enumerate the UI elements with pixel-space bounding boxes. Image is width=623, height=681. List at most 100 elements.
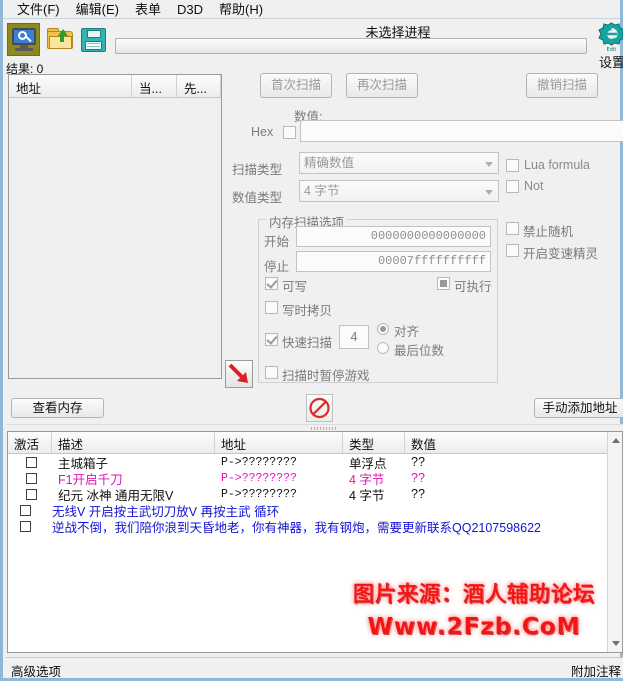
first-scan-button[interactable]: 首次扫描 <box>260 73 332 98</box>
start-address-input[interactable]: 0000000000000000 <box>296 226 491 247</box>
table-row[interactable]: 逆战不倒，我们陪你浪到天昏地老，你有神器，我有钢炮，需要更新联系QQ210759… <box>8 518 622 535</box>
open-file-icon <box>47 28 74 51</box>
row-value: ?? <box>411 487 425 501</box>
fast-scan-value-input[interactable]: 4 <box>339 325 369 349</box>
fast-scan-label: 快速扫描 <box>282 336 333 350</box>
status-bar: 高级选项 附加注释 <box>6 657 623 680</box>
copy-on-write-checkbox[interactable] <box>265 301 278 314</box>
red-arrow-button[interactable] <box>225 360 253 388</box>
open-file-button[interactable] <box>44 23 77 56</box>
save-file-button[interactable] <box>77 23 110 56</box>
menu-help[interactable]: 帮助(H) <box>211 1 271 18</box>
cheat-col-active[interactable]: 激活 <box>8 432 52 453</box>
row-active-checkbox[interactable] <box>26 472 37 484</box>
result-list-header: 地址 当... 先... <box>9 75 221 98</box>
cheat-col-address[interactable]: 地址 <box>215 432 343 453</box>
fast-scan-checkbox[interactable] <box>265 333 278 346</box>
cheat-table[interactable]: 激活 描述 地址 类型 数值 主城箱子 P->???????? 单浮点?? F1开启千… <box>7 431 623 653</box>
row-address: P->???????? <box>221 487 297 501</box>
row-address: P->???????? <box>221 455 297 469</box>
last-digits-label: 最后位数 <box>394 344 445 358</box>
writable-checkbox[interactable] <box>265 277 278 290</box>
alignment-label: 对齐 <box>394 325 420 339</box>
stop-address-input[interactable]: 00007ffffffffff <box>296 251 491 272</box>
scan-value-input[interactable] <box>300 120 623 142</box>
start-address-label: 开始 <box>264 235 290 249</box>
chevron-down-icon <box>485 190 493 195</box>
writable-label: 可写 <box>282 280 308 294</box>
pause-game-label: 扫描时暂停游戏 <box>282 369 370 383</box>
row-active-cell <box>8 488 52 500</box>
result-col-current[interactable]: 当... <box>132 75 177 97</box>
no-entry-icon <box>309 397 330 419</box>
result-col-previous[interactable]: 先... <box>177 75 221 97</box>
value-type-label: 数值类型 <box>232 191 283 205</box>
cheat-col-description[interactable]: 描述 <box>52 432 215 453</box>
result-col-address[interactable]: 地址 <box>9 75 132 97</box>
row-active-checkbox[interactable] <box>20 504 31 516</box>
scan-result-list[interactable]: 地址 当... 先... <box>8 74 222 379</box>
undo-scan-button[interactable]: 撤销扫描 <box>526 73 598 98</box>
pause-game-checkbox[interactable] <box>265 366 278 379</box>
row-active-cell <box>8 504 52 516</box>
process-select-button[interactable] <box>7 23 40 56</box>
menu-file[interactable]: 文件(F) <box>9 1 68 18</box>
row-active-checkbox[interactable] <box>26 488 37 500</box>
scroll-up-icon[interactable] <box>610 435 621 446</box>
speedhack-label: 开启变速精灵 <box>523 247 599 261</box>
scan-progress-bar <box>115 38 587 54</box>
hex-checkbox[interactable] <box>283 126 296 139</box>
main-window: 文件(F) 编辑(E) 表单 D3D 帮助(H) 未选择进程 Edit 设置 结… <box>0 0 623 681</box>
cheat-col-value[interactable]: 数值 <box>405 432 620 453</box>
add-address-button[interactable]: 手动添加地址 <box>534 398 623 418</box>
row-active-cell <box>8 520 52 532</box>
scan-type-label: 扫描类型 <box>232 163 283 177</box>
row-address: P->???????? <box>221 471 297 485</box>
cheat-table-scrollbar[interactable] <box>607 432 622 652</box>
executable-checkbox[interactable] <box>437 277 450 290</box>
save-file-icon <box>81 27 106 52</box>
advanced-options-label[interactable]: 高级选项 <box>11 661 61 680</box>
stop-scan-button[interactable] <box>306 394 333 422</box>
splitter-grip <box>311 427 337 430</box>
alignment-radio[interactable] <box>377 323 389 335</box>
menu-edit[interactable]: 编辑(E) <box>68 1 127 18</box>
chevron-down-icon <box>485 162 493 167</box>
scan-type-select[interactable]: 精确数值 <box>299 152 499 174</box>
red-diagonal-arrow-icon <box>228 363 248 383</box>
not-checkbox[interactable] <box>506 180 519 193</box>
menu-bar: 文件(F) 编辑(E) 表单 D3D 帮助(H) <box>3 0 620 19</box>
lua-formula-checkbox[interactable] <box>506 159 519 172</box>
settings-label[interactable]: 设置 <box>599 52 623 71</box>
value-type-select[interactable]: 4 字节 <box>299 180 499 202</box>
gear-e-logo-icon: Edit <box>597 22 623 53</box>
view-memory-button[interactable]: 查看内存 <box>11 398 104 418</box>
cheat-table-header: 激活 描述 地址 类型 数值 <box>8 432 622 454</box>
stop-address-label: 停止 <box>264 260 290 274</box>
menu-table[interactable]: 表单 <box>127 1 169 18</box>
scan-type-value: 精确数值 <box>304 156 355 170</box>
extra-notes-label[interactable]: 附加注释 <box>571 661 621 680</box>
executable-label: 可执行 <box>454 280 492 294</box>
row-value: ?? <box>411 455 425 469</box>
last-digits-radio[interactable] <box>377 342 389 354</box>
not-label: Not <box>524 179 544 193</box>
speedhack-checkbox[interactable] <box>506 244 519 257</box>
value-type-value: 4 字节 <box>304 184 340 198</box>
process-select-icon <box>11 27 37 52</box>
next-scan-button[interactable]: 再次扫描 <box>346 73 418 98</box>
no-random-checkbox[interactable] <box>506 222 519 235</box>
copy-on-write-label: 写时拷贝 <box>282 304 333 318</box>
menu-d3d[interactable]: D3D <box>169 1 211 18</box>
row-active-checkbox[interactable] <box>26 456 37 468</box>
row-value: ?? <box>411 471 425 485</box>
no-random-label: 禁止随机 <box>523 225 574 239</box>
row-active-checkbox[interactable] <box>20 520 31 532</box>
cheat-table-body: 主城箱子 P->???????? 单浮点?? F1开启千刀 P->???????? 4 字… <box>8 454 622 535</box>
hex-label: Hex <box>251 125 274 139</box>
row-active-cell <box>8 456 52 468</box>
cheat-col-type[interactable]: 类型 <box>343 432 405 453</box>
lua-formula-label: Lua formula <box>524 158 591 172</box>
scroll-down-icon[interactable] <box>610 638 621 649</box>
row-description: 逆战不倒，我们陪你浪到天昏地老，你有神器，我有钢炮，需要更新联系QQ210759… <box>52 520 541 535</box>
